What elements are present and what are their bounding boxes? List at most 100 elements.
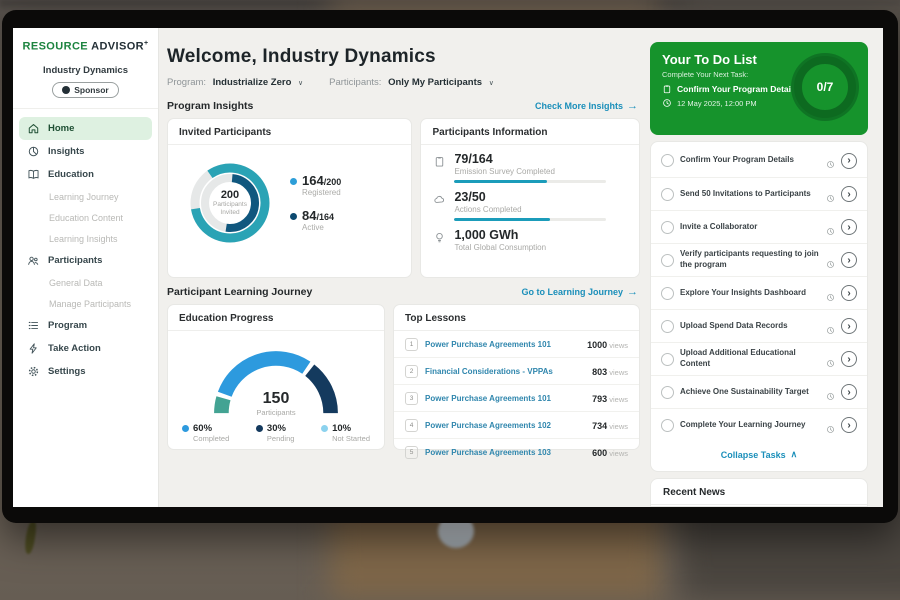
sidebar-item-settings[interactable]: Settings — [19, 360, 152, 383]
donut-legend-item: 164/200Registered — [290, 174, 341, 197]
task-checkbox[interactable] — [661, 419, 674, 432]
program-filter[interactable]: Program: Industrialize Zero ∨ — [167, 77, 303, 88]
sidebar-item-label: General Data — [49, 278, 103, 288]
participants-filter-value: Only My Participants — [388, 77, 482, 88]
check-more-insights-link[interactable]: Check More Insights → — [535, 100, 638, 112]
home-icon — [27, 122, 40, 135]
sidebar-item-program[interactable]: Program — [19, 314, 152, 337]
lesson-link[interactable]: Power Purchase Agreements 101 — [425, 340, 580, 349]
task-label: Upload Spend Data Records — [680, 321, 820, 332]
sidebar-item-home[interactable]: Home — [19, 117, 152, 140]
task-row[interactable]: Send 50 Invitations to Participants› — [651, 177, 867, 210]
task-row[interactable]: Upload Spend Data Records › — [651, 309, 867, 342]
sidebar-item-insights[interactable]: Insights — [19, 140, 152, 163]
task-checkbox[interactable] — [661, 386, 674, 399]
task-row[interactable]: Explore Your Insights Dashboard › — [651, 276, 867, 309]
legend-text: 10%Not Started — [332, 423, 370, 443]
lesson-views: 600 views — [592, 443, 628, 461]
legend-text: 84/164Active — [302, 209, 334, 232]
task-row[interactable]: Complete Your Learning Journey› — [651, 408, 867, 441]
sidebar-item-label: Home — [48, 123, 74, 134]
task-checkbox[interactable] — [661, 320, 674, 333]
sidebar-item-education[interactable]: Education — [19, 163, 152, 186]
task-chevron-button[interactable]: › — [841, 252, 857, 268]
invited-donut-chart: 200 Participants Invited — [182, 155, 278, 251]
donut-center-label: Participants Invited — [207, 201, 253, 218]
sidebar-item-learning-journey[interactable]: Learning Journey — [19, 187, 152, 207]
task-clock-icon — [826, 223, 835, 232]
task-checkbox[interactable] — [661, 287, 674, 300]
sidebar: RESOURCE ADVISOR+ Industry Dynamics Spon… — [13, 28, 159, 507]
right-panel: Your To Do List Complete Your Next Task:… — [650, 42, 868, 507]
stat-body: 23/50Actions Completed — [454, 190, 606, 221]
clipboard-icon — [662, 84, 672, 94]
top-lessons-title: Top Lessons — [394, 305, 639, 331]
task-chevron-button[interactable]: › — [841, 153, 857, 169]
task-chevron-button[interactable]: › — [841, 186, 857, 202]
consumption-icon — [433, 231, 446, 244]
settings-icon — [27, 365, 40, 378]
sidebar-item-take-action[interactable]: Take Action — [19, 337, 152, 360]
filter-bar: Program: Industrialize Zero ∨ Participan… — [167, 77, 640, 88]
task-chevron-button[interactable]: › — [841, 417, 857, 433]
todo-progress-ring: 0/7 — [794, 56, 856, 118]
legend-text: 30%Pending — [267, 423, 295, 443]
invited-participants-title: Invited Participants — [168, 119, 411, 145]
task-clock-icon — [826, 289, 835, 298]
lesson-link[interactable]: Power Purchase Agreements 102 — [425, 421, 585, 430]
arrow-right-icon: → — [627, 100, 638, 112]
education-progress-title: Education Progress — [168, 305, 384, 331]
task-label: Confirm Your Program Details — [680, 155, 820, 166]
legend-dot-icon — [321, 425, 328, 432]
task-checkbox[interactable] — [661, 353, 674, 366]
task-chevron-button[interactable]: › — [841, 384, 857, 400]
legend-text: 60%Completed — [193, 423, 229, 443]
sidebar-item-general-data[interactable]: General Data — [19, 273, 152, 293]
todo-next-task: Confirm Your Program Details — [677, 84, 798, 94]
education-legend-item: 10%Not Started — [321, 423, 370, 443]
recent-news-card: Recent News — [650, 478, 868, 507]
top-lessons-card: Top Lessons 1 Power Purchase Agreements 1… — [393, 304, 640, 450]
lesson-link[interactable]: Power Purchase Agreements 103 — [425, 448, 585, 457]
task-chevron-button[interactable]: › — [841, 318, 857, 334]
task-row[interactable]: Achieve One Sustainability Target› — [651, 375, 867, 408]
learning-journey-heading: Participant Learning Journey — [167, 286, 312, 298]
task-clock-icon — [826, 388, 835, 397]
sidebar-item-participants[interactable]: Participants — [19, 249, 152, 272]
task-clock-icon — [826, 156, 835, 165]
task-chevron-button[interactable]: › — [841, 219, 857, 235]
task-clock-icon — [826, 256, 835, 265]
lesson-rank: 1 — [405, 338, 418, 351]
stat-row: 23/50Actions Completed — [421, 183, 639, 221]
task-row[interactable]: Invite a Collaborator› — [651, 210, 867, 243]
go-to-learning-journey-link[interactable]: Go to Learning Journey → — [521, 286, 638, 298]
task-chevron-button[interactable]: › — [841, 285, 857, 301]
task-chevron-button[interactable]: › — [841, 351, 857, 367]
stat-value: 23/50 — [454, 190, 606, 204]
task-checkbox[interactable] — [661, 154, 674, 167]
task-label: Explore Your Insights Dashboard — [680, 288, 820, 299]
lesson-link[interactable]: Power Purchase Agreements 101 — [425, 394, 585, 403]
sidebar-item-learning-insights[interactable]: Learning Insights — [19, 229, 152, 249]
app-logo: RESOURCE ADVISOR+ — [13, 40, 158, 53]
sidebar-item-education-content[interactable]: Education Content — [19, 208, 152, 228]
task-checkbox[interactable] — [661, 221, 674, 234]
sidebar-item-manage-participants[interactable]: Manage Participants — [19, 294, 152, 314]
stat-row: 79/164Emission Survey Completed — [421, 145, 639, 183]
participants-filter[interactable]: Participants: Only My Participants ∨ — [329, 77, 494, 88]
lesson-row: 4Power Purchase Agreements 102734 views — [394, 412, 639, 439]
gauge-center-label: Participants — [201, 408, 351, 417]
lesson-link[interactable]: Financial Considerations - VPPAs — [425, 367, 585, 376]
task-row[interactable]: Upload Additional Educational Content› — [651, 342, 867, 375]
task-list-card: Confirm Your Program Details›Send 50 Inv… — [650, 141, 868, 472]
task-checkbox[interactable] — [661, 254, 674, 267]
survey-icon — [433, 155, 446, 168]
collapse-tasks-link[interactable]: Collapse Tasks∧ — [651, 441, 867, 469]
task-checkbox[interactable] — [661, 188, 674, 201]
main-content: Welcome, Industry Dynamics Program: Indu… — [159, 28, 650, 507]
legend-label: Registered — [302, 188, 341, 197]
task-row[interactable]: Verify participants requesting to join t… — [651, 243, 867, 276]
sponsor-badge: Sponsor — [52, 82, 118, 98]
legend-label: Active — [302, 223, 334, 232]
task-row[interactable]: Confirm Your Program Details › — [651, 144, 867, 177]
